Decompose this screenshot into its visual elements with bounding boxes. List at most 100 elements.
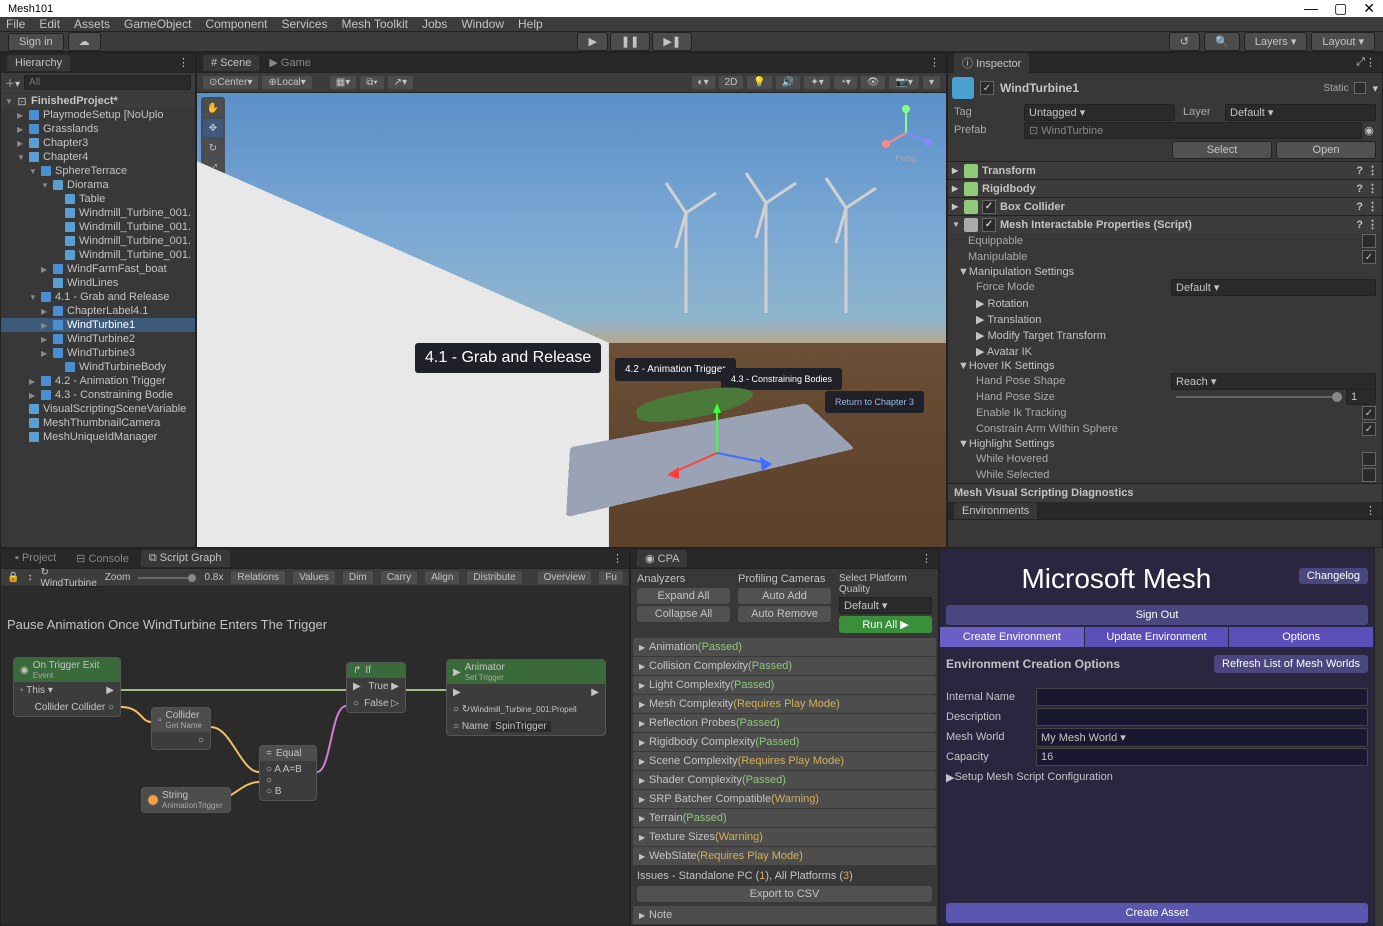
move-tool[interactable]: ✥ (203, 119, 223, 137)
minimize-button[interactable]: — (1304, 0, 1318, 17)
hierarchy-item[interactable]: MeshThumbnailCamera (1, 416, 195, 430)
create-env-tab[interactable]: Create Environment (940, 627, 1085, 647)
run-all-button[interactable]: Run All ▶ (839, 616, 932, 633)
hierarchy-item[interactable]: Windmill_Turbine_001. (1, 248, 195, 262)
prefab-override-icon[interactable]: ◉ (1362, 124, 1376, 137)
menu-file[interactable]: File (6, 17, 25, 31)
draw-mode-button[interactable]: ◐▾ (692, 76, 715, 89)
game-tab[interactable]: ▶ Game (261, 54, 318, 71)
auto-add-button[interactable]: Auto Add (738, 588, 831, 604)
gizmos-toggle[interactable]: ▾ (923, 76, 940, 89)
hierarchy-item[interactable]: ▶Grasslands (1, 122, 195, 136)
static-checkbox[interactable] (1354, 82, 1366, 94)
internal-name-field[interactable] (1036, 688, 1368, 706)
signin-button[interactable]: Sign in (8, 33, 64, 51)
space-button[interactable]: ⊕Local▾ (262, 76, 311, 89)
force-mode-dropdown[interactable]: Default ▾ (1171, 279, 1376, 296)
search-button[interactable]: 🔍 (1204, 32, 1240, 51)
play-button[interactable]: ▶ (577, 32, 607, 51)
analyzer-row[interactable]: ▶SRP Batcher Compatible (Warning) (633, 790, 936, 808)
hierarchy-item[interactable]: ▶PlaymodeSetup [NoUplo (1, 108, 195, 122)
menu-edit[interactable]: Edit (39, 17, 60, 31)
step-button[interactable]: ▶❚ (652, 32, 692, 51)
hierarchy-tab[interactable]: Hierarchy (7, 55, 70, 71)
hierarchy-tree[interactable]: ▼⊡ FinishedProject* ▶PlaymodeSetup [NoUp… (1, 92, 195, 547)
fx-toggle[interactable]: ✦▾ (804, 76, 829, 89)
sg-fu[interactable]: Fu (599, 571, 623, 584)
sg-relations[interactable]: Relations (231, 571, 285, 584)
scene-viewport[interactable]: ✋ ✥ ↻ ⤢ ▭ ✦ ✂ ⬚ 4.1 - Grab and Release 4… (197, 93, 946, 547)
console-tab[interactable]: ⊟ Console (68, 550, 137, 567)
analyzer-row[interactable]: ▶Rigidbody Complexity (Passed) (633, 733, 936, 751)
analyzer-row[interactable]: ▶Scene Complexity (Requires Play Mode) (633, 752, 936, 770)
hierarchy-item[interactable]: VisualScriptingSceneVariable (1, 402, 195, 416)
sg-values[interactable]: Values (293, 571, 335, 584)
undo-history-button[interactable]: ↺ (1169, 32, 1200, 51)
while-hovered-checkbox[interactable] (1362, 452, 1376, 466)
menu-services[interactable]: Services (281, 17, 327, 31)
hierarchy-item[interactable]: ▶Chapter3 (1, 136, 195, 150)
menu-help[interactable]: Help (518, 17, 543, 31)
hierarchy-item[interactable]: ▼Chapter4 (1, 150, 195, 164)
hierarchy-item[interactable]: WindTurbineBody (1, 360, 195, 374)
pivot-button[interactable]: ⊙Center▾ (203, 76, 258, 89)
sg-carry[interactable]: Carry (381, 571, 417, 584)
inspector-tab[interactable]: ⓘ Inspector (954, 53, 1029, 73)
hand-pose-shape-dropdown[interactable]: Reach ▾ (1171, 373, 1376, 390)
prefab-open-button[interactable]: Open (1276, 141, 1376, 159)
inspector-lock-icon[interactable]: ⤢ (1356, 56, 1365, 69)
node-set-trigger[interactable]: ▶AnimatorSet Trigger ▶ ▶ ○ ↻Windmill_Tur… (446, 659, 606, 736)
layout-dropdown[interactable]: Layout ▾ (1311, 32, 1375, 51)
hierarchy-item[interactable]: ▼SphereTerrace (1, 164, 195, 178)
mip-enabled[interactable]: ✓ (982, 218, 996, 232)
scene-name[interactable]: FinishedProject* (31, 95, 118, 107)
refresh-worlds-button[interactable]: Refresh List of Mesh Worlds (1214, 655, 1368, 673)
equippable-checkbox[interactable] (1362, 234, 1376, 248)
hierarchy-item[interactable]: ▼4.1 - Grab and Release (1, 290, 195, 304)
move-gizmo[interactable] (667, 403, 787, 493)
scene-vis-toggle[interactable]: ◔▾ (834, 76, 857, 89)
hierarchy-item[interactable]: MeshUniqueIdManager (1, 430, 195, 444)
close-button[interactable]: ✕ (1363, 0, 1375, 17)
2d-button[interactable]: 2D (719, 76, 744, 89)
hierarchy-item[interactable]: ▶4.2 - Animation Trigger (1, 374, 195, 388)
node-if[interactable]: ↱If ▶ True ▶ ○ False ▷ (346, 662, 406, 713)
description-field[interactable] (1036, 708, 1368, 726)
node-equal[interactable]: =Equal ○ A A=B ○○ B (259, 745, 317, 801)
menu-gameobject[interactable]: GameObject (124, 17, 191, 31)
sg-dim[interactable]: Dim (343, 571, 373, 584)
boxcollider-component[interactable]: Box Collider (1000, 201, 1352, 213)
constrain-arm-checkbox[interactable]: ✓ (1362, 422, 1376, 436)
changelog-button[interactable]: Changelog (1299, 568, 1368, 584)
gameobject-name[interactable]: WindTurbine1 (1000, 81, 1317, 95)
expand-all-button[interactable]: Expand All (637, 588, 730, 604)
menu-component[interactable]: Component (205, 17, 267, 31)
analyzer-row[interactable]: ▶Mesh Complexity (Requires Play Mode) (633, 695, 936, 713)
cpa-tab[interactable]: ◉ CPA (637, 550, 687, 567)
hierarchy-item[interactable]: Windmill_Turbine_001. (1, 206, 195, 220)
zoom-slider[interactable] (188, 574, 196, 582)
menu-jobs[interactable]: Jobs (422, 17, 447, 31)
maximize-button[interactable]: ▢ (1334, 0, 1347, 17)
node-string[interactable]: StringAnimationTrigger (141, 787, 231, 813)
hierarchy-item[interactable]: ▶4.3 - Constraining Bodie (1, 388, 195, 402)
hand-pose-size-field[interactable]: 1 (1346, 389, 1376, 405)
hierarchy-item[interactable]: Windmill_Turbine_001. (1, 220, 195, 234)
analyzer-row[interactable]: ▶Reflection Probes (Passed) (633, 714, 936, 732)
camera-button[interactable]: 📷▾ (889, 76, 918, 89)
setup-mesh-script[interactable]: Setup Mesh Script Configuration (954, 771, 1112, 783)
hidden-toggle[interactable]: 👁 (861, 76, 886, 89)
create-asset-button[interactable]: Create Asset (946, 903, 1368, 923)
sg-align[interactable]: Align (425, 571, 459, 584)
sg-toggle-icon[interactable]: ↕ (27, 572, 32, 583)
hierarchy-add-icon[interactable]: ⋮ (178, 56, 189, 69)
enable-ik-checkbox[interactable]: ✓ (1362, 406, 1376, 420)
manipulable-checkbox[interactable]: ✓ (1362, 250, 1376, 264)
sg-target[interactable]: ↻ WindTurbine (40, 567, 96, 589)
graph-canvas[interactable]: Pause Animation Once WindTurbine Enters … (1, 587, 629, 925)
menu-mesh-toolkit[interactable]: Mesh Toolkit (341, 17, 407, 31)
sg-lock-icon[interactable]: 🔒 (7, 572, 19, 583)
hierarchy-item[interactable]: ▶WindFarmFast_boat (1, 262, 195, 276)
node-get-name[interactable]: ▫ColliderGet Name ○ (151, 707, 211, 750)
tag-dropdown[interactable]: Untagged ▾ (1024, 104, 1175, 121)
